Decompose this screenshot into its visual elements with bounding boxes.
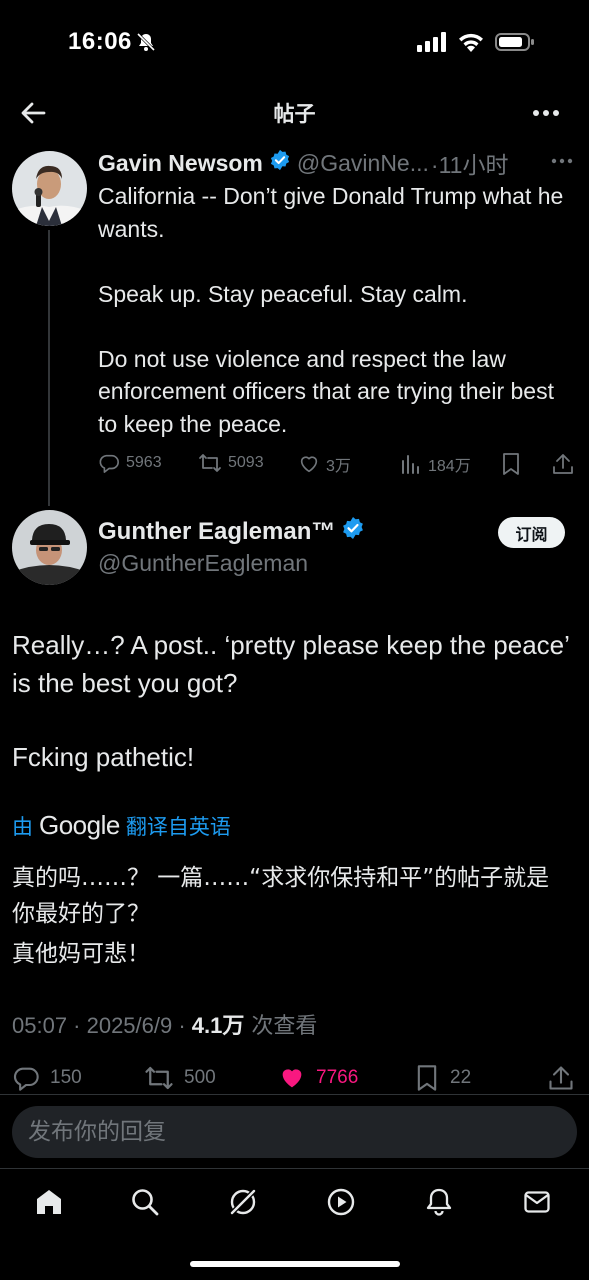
translated-paragraph: 真的吗……？ 一篇……“求求你保持和平”的帖子就是你最好的了？ xyxy=(12,865,550,927)
like-count: 7766 xyxy=(316,1067,359,1088)
translation-attribution[interactable]: 由 Google 翻译自英语 xyxy=(12,810,231,841)
thread-connector-line xyxy=(48,230,50,506)
parent-bookmark-button[interactable] xyxy=(500,452,522,476)
like-button[interactable]: 7766 xyxy=(278,1064,358,1092)
translation-suffix: 翻译自英语 xyxy=(125,815,231,839)
top-nav: 帖子 xyxy=(0,88,589,138)
repost-count: 500 xyxy=(184,1067,216,1088)
views-chart-icon xyxy=(402,455,419,474)
reply-button[interactable]: 150 xyxy=(12,1064,82,1092)
parent-repost-count: 5093 xyxy=(228,454,264,471)
tab-search-icon[interactable] xyxy=(128,1185,162,1219)
main-tweet-paragraph: Really…? A post.. ‘pretty please keep th… xyxy=(12,630,569,698)
translation-prefix: 由 xyxy=(12,815,33,839)
parent-author-name[interactable]: Gavin Newsom xyxy=(98,150,263,177)
google-logo: Google xyxy=(39,810,120,840)
bookmark-icon xyxy=(417,1065,437,1091)
parent-tweet-paragraph: Do not use violence and respect the law … xyxy=(98,345,554,437)
parent-views-button[interactable]: 184万 xyxy=(400,452,471,476)
parent-share-button[interactable] xyxy=(552,452,574,476)
parent-tweet-time: ·11小时 xyxy=(430,152,509,178)
bookmark-button[interactable]: 22 xyxy=(414,1064,471,1092)
parent-author-avatar[interactable] xyxy=(12,151,87,226)
reply-count: 150 xyxy=(50,1067,82,1088)
reply-input[interactable] xyxy=(12,1106,577,1158)
bookmark-icon xyxy=(503,453,519,475)
tab-notifications-icon[interactable] xyxy=(422,1185,456,1219)
parent-repost-button[interactable]: 5093 xyxy=(198,452,264,474)
tweet-views-count[interactable]: 4.1万 xyxy=(192,1013,245,1038)
cellular-signal-icon xyxy=(417,32,447,57)
main-author-avatar[interactable] xyxy=(12,510,87,585)
battery-icon xyxy=(495,32,535,57)
share-icon xyxy=(549,1066,573,1090)
status-time: 16:06 xyxy=(68,28,132,55)
tweet-timestamp: 05:07 · 2025/6/9 · xyxy=(12,1013,192,1038)
translated-paragraph: 真他妈可悲！ xyxy=(12,941,150,967)
parent-views-count: 184万 xyxy=(428,458,471,475)
parent-tweet-text: California -- Don’t give Donald Trump wh… xyxy=(98,180,568,440)
verified-badge-icon xyxy=(269,149,291,177)
parent-tweet-paragraph: California -- Don’t give Donald Trump wh… xyxy=(98,183,564,242)
main-tweet-paragraph: Fcking pathetic! xyxy=(12,742,195,772)
parent-reply-button[interactable]: 5963 xyxy=(98,452,162,474)
translated-text: 真的吗……？ 一篇……“求求你保持和平”的帖子就是你最好的了？ 真他妈可悲！ xyxy=(12,860,572,976)
reply-icon xyxy=(99,454,119,473)
main-author-name[interactable]: Gunther Eagleman™ xyxy=(98,518,335,546)
reply-icon xyxy=(13,1067,39,1091)
wifi-icon xyxy=(457,32,485,57)
status-icons xyxy=(417,32,535,57)
main-author-handle[interactable]: @GuntherEagleman xyxy=(98,550,308,577)
bell-off-icon xyxy=(136,32,156,57)
main-author-name-row: Gunther Eagleman™ xyxy=(98,516,365,547)
home-indicator xyxy=(190,1261,400,1267)
parent-tweet-actions: 5963 5093 3万 184万 xyxy=(98,452,576,480)
parent-reply-count: 5963 xyxy=(126,454,162,471)
repost-button[interactable]: 500 xyxy=(144,1064,216,1092)
status-bar: 16:06 xyxy=(0,0,589,88)
repost-icon xyxy=(145,1066,173,1090)
tab-grok-icon[interactable] xyxy=(226,1185,260,1219)
parent-like-count: 3万 xyxy=(326,458,351,475)
tab-home-icon[interactable] xyxy=(32,1185,66,1219)
verified-badge-icon xyxy=(341,516,365,547)
parent-tweet-header: Gavin Newsom @GavinNe... ·11小时 xyxy=(98,146,508,180)
divider xyxy=(0,1094,589,1095)
heart-icon xyxy=(300,456,318,473)
share-button[interactable] xyxy=(548,1064,574,1092)
share-icon xyxy=(553,454,573,474)
main-tweet-actions: 150 500 7766 22 xyxy=(12,1064,577,1094)
heart-filled-icon xyxy=(282,1069,302,1088)
parent-like-button[interactable]: 3万 xyxy=(298,452,351,476)
parent-tweet-more-icon[interactable] xyxy=(551,150,573,177)
page-title: 帖子 xyxy=(273,103,316,126)
tab-video-icon[interactable] xyxy=(324,1185,358,1219)
tweet-views-label: 次查看 xyxy=(244,1014,318,1039)
bookmark-count: 22 xyxy=(450,1067,472,1088)
parent-author-handle[interactable]: @GavinNe... xyxy=(297,150,429,177)
main-tweet-text: Really…? A post.. ‘pretty please keep th… xyxy=(12,626,572,812)
subscribe-button[interactable]: 订阅 xyxy=(498,517,565,548)
more-options-icon[interactable] xyxy=(531,98,561,128)
tab-messages-icon[interactable] xyxy=(520,1185,554,1219)
repost-icon xyxy=(199,454,221,472)
parent-tweet-paragraph: Speak up. Stay peaceful. Stay calm. xyxy=(98,280,468,307)
tweet-meta: 05:07 · 2025/6/9 · 4.1万 次查看 xyxy=(12,1008,317,1040)
